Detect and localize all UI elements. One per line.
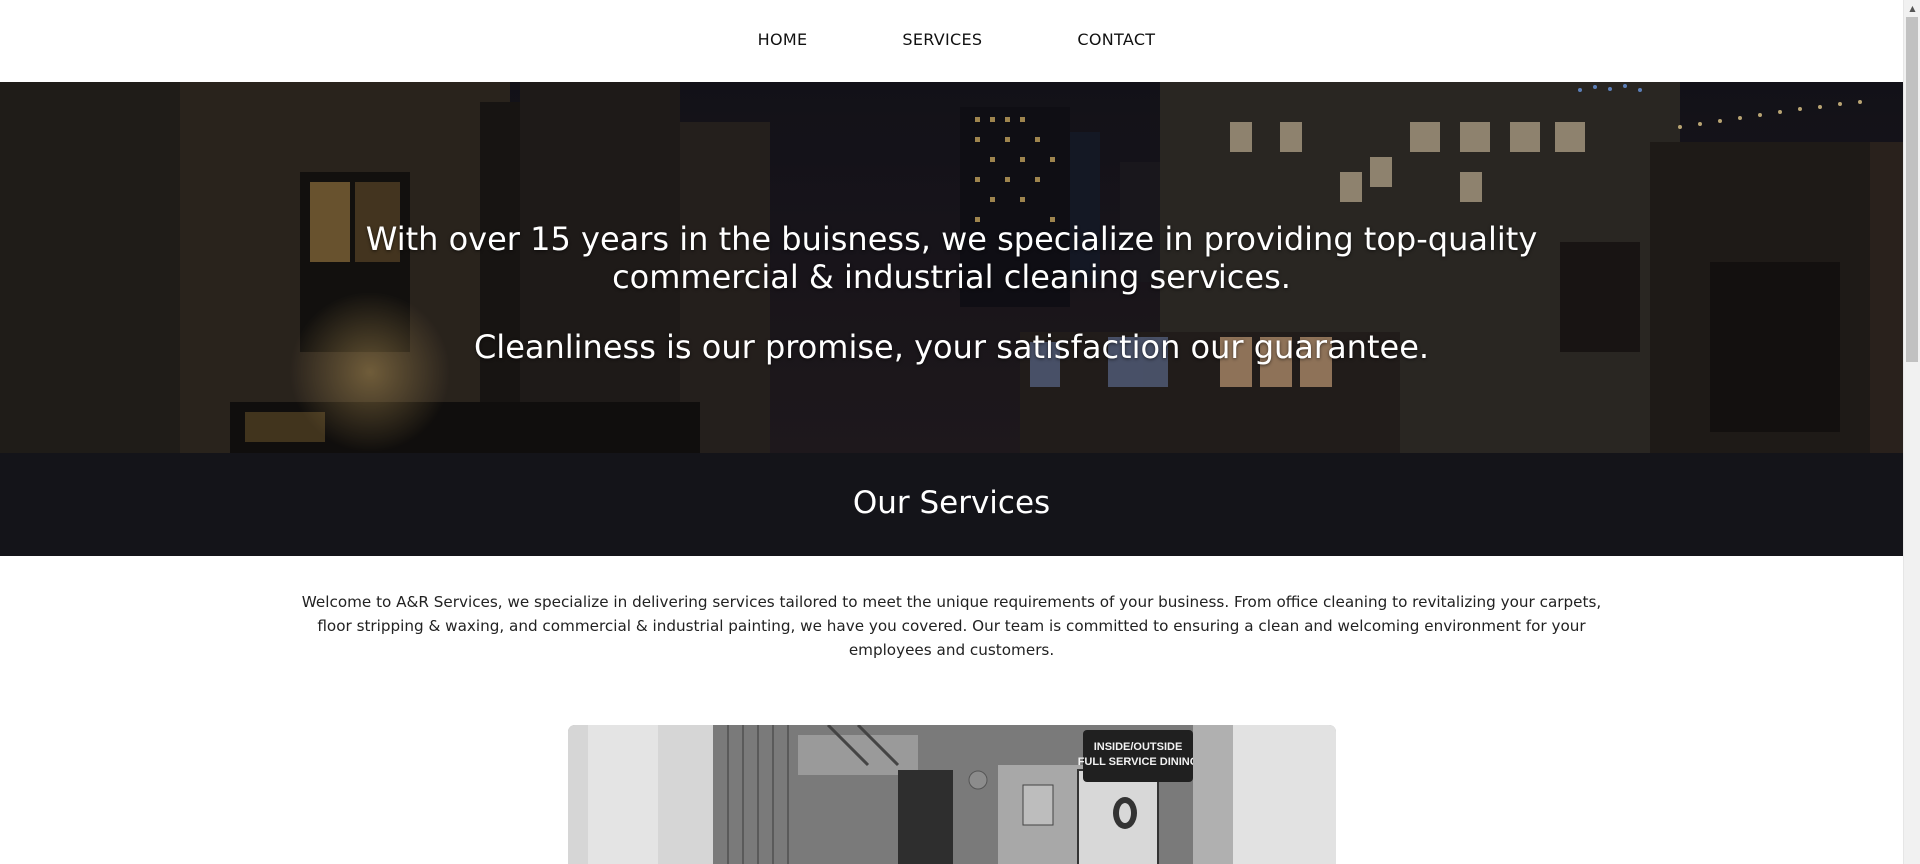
nav-link-contact[interactable]: CONTACT <box>1077 30 1155 49</box>
nav-link-home[interactable]: HOME <box>758 30 808 49</box>
nav-link-services[interactable]: SERVICES <box>902 30 982 49</box>
hero-section: With over 15 years in the buisness, we s… <box>0 82 1903 453</box>
hero-text: With over 15 years in the buisness, we s… <box>0 220 1903 366</box>
services-heading: Our Services <box>852 484 1051 521</box>
storefront-photo: INSIDE/OUTSIDE FULL SERVICE DINING <box>568 725 1336 864</box>
vertical-scrollbar[interactable]: ▲ <box>1903 0 1920 864</box>
sign-line-2: FULL SERVICE DINING <box>1078 756 1199 768</box>
hero-tagline: With over 15 years in the buisness, we s… <box>365 220 1538 296</box>
nav-links: HOME SERVICES CONTACT <box>758 30 1156 49</box>
sign-line-1: INSIDE/OUTSIDE <box>1094 741 1183 753</box>
services-header-bar: Our Services <box>0 453 1903 556</box>
page: HOME SERVICES CONTACT With over 15 years… <box>0 0 1903 864</box>
hero-promise: Cleanliness is our promise, your satisfa… <box>473 328 1430 366</box>
storefront-photo-image: INSIDE/OUTSIDE FULL SERVICE DINING <box>568 725 1336 864</box>
services-intro-text: Welcome to A&R Services, we specialize i… <box>301 593 1602 659</box>
scroll-up-arrow-icon[interactable]: ▲ <box>1904 0 1920 17</box>
scrollbar-thumb[interactable] <box>1906 17 1918 362</box>
browser-viewport: HOME SERVICES CONTACT With over 15 years… <box>0 0 1920 864</box>
top-navigation: HOME SERVICES CONTACT <box>0 0 1903 82</box>
